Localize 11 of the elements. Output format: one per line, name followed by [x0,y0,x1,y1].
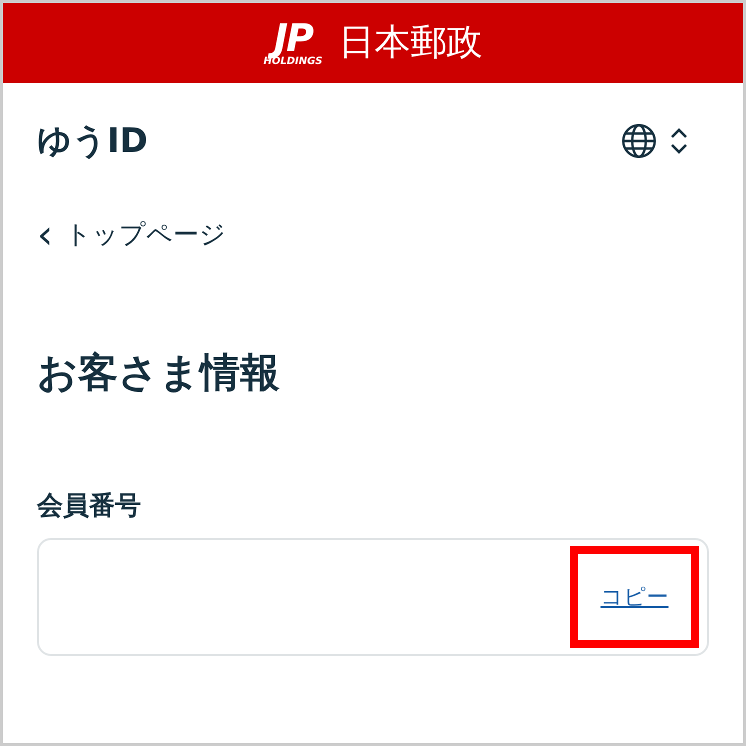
page-title: お客さま情報 [37,349,281,398]
back-link[interactable]: ‹ トップページ [37,215,709,255]
language-selector[interactable] [621,123,689,159]
copy-link[interactable]: コピー [600,580,668,614]
field-label: 会員番号 [37,490,142,523]
globe-icon [621,123,657,159]
logo[interactable]: JP HOLDINGS [263,19,323,67]
back-link-label[interactable]: トップページ [65,216,226,254]
app-title: ゆうID [37,120,148,162]
site-title: 日本郵政 [338,21,483,65]
back-chevron-icon: ‹ [37,215,53,255]
